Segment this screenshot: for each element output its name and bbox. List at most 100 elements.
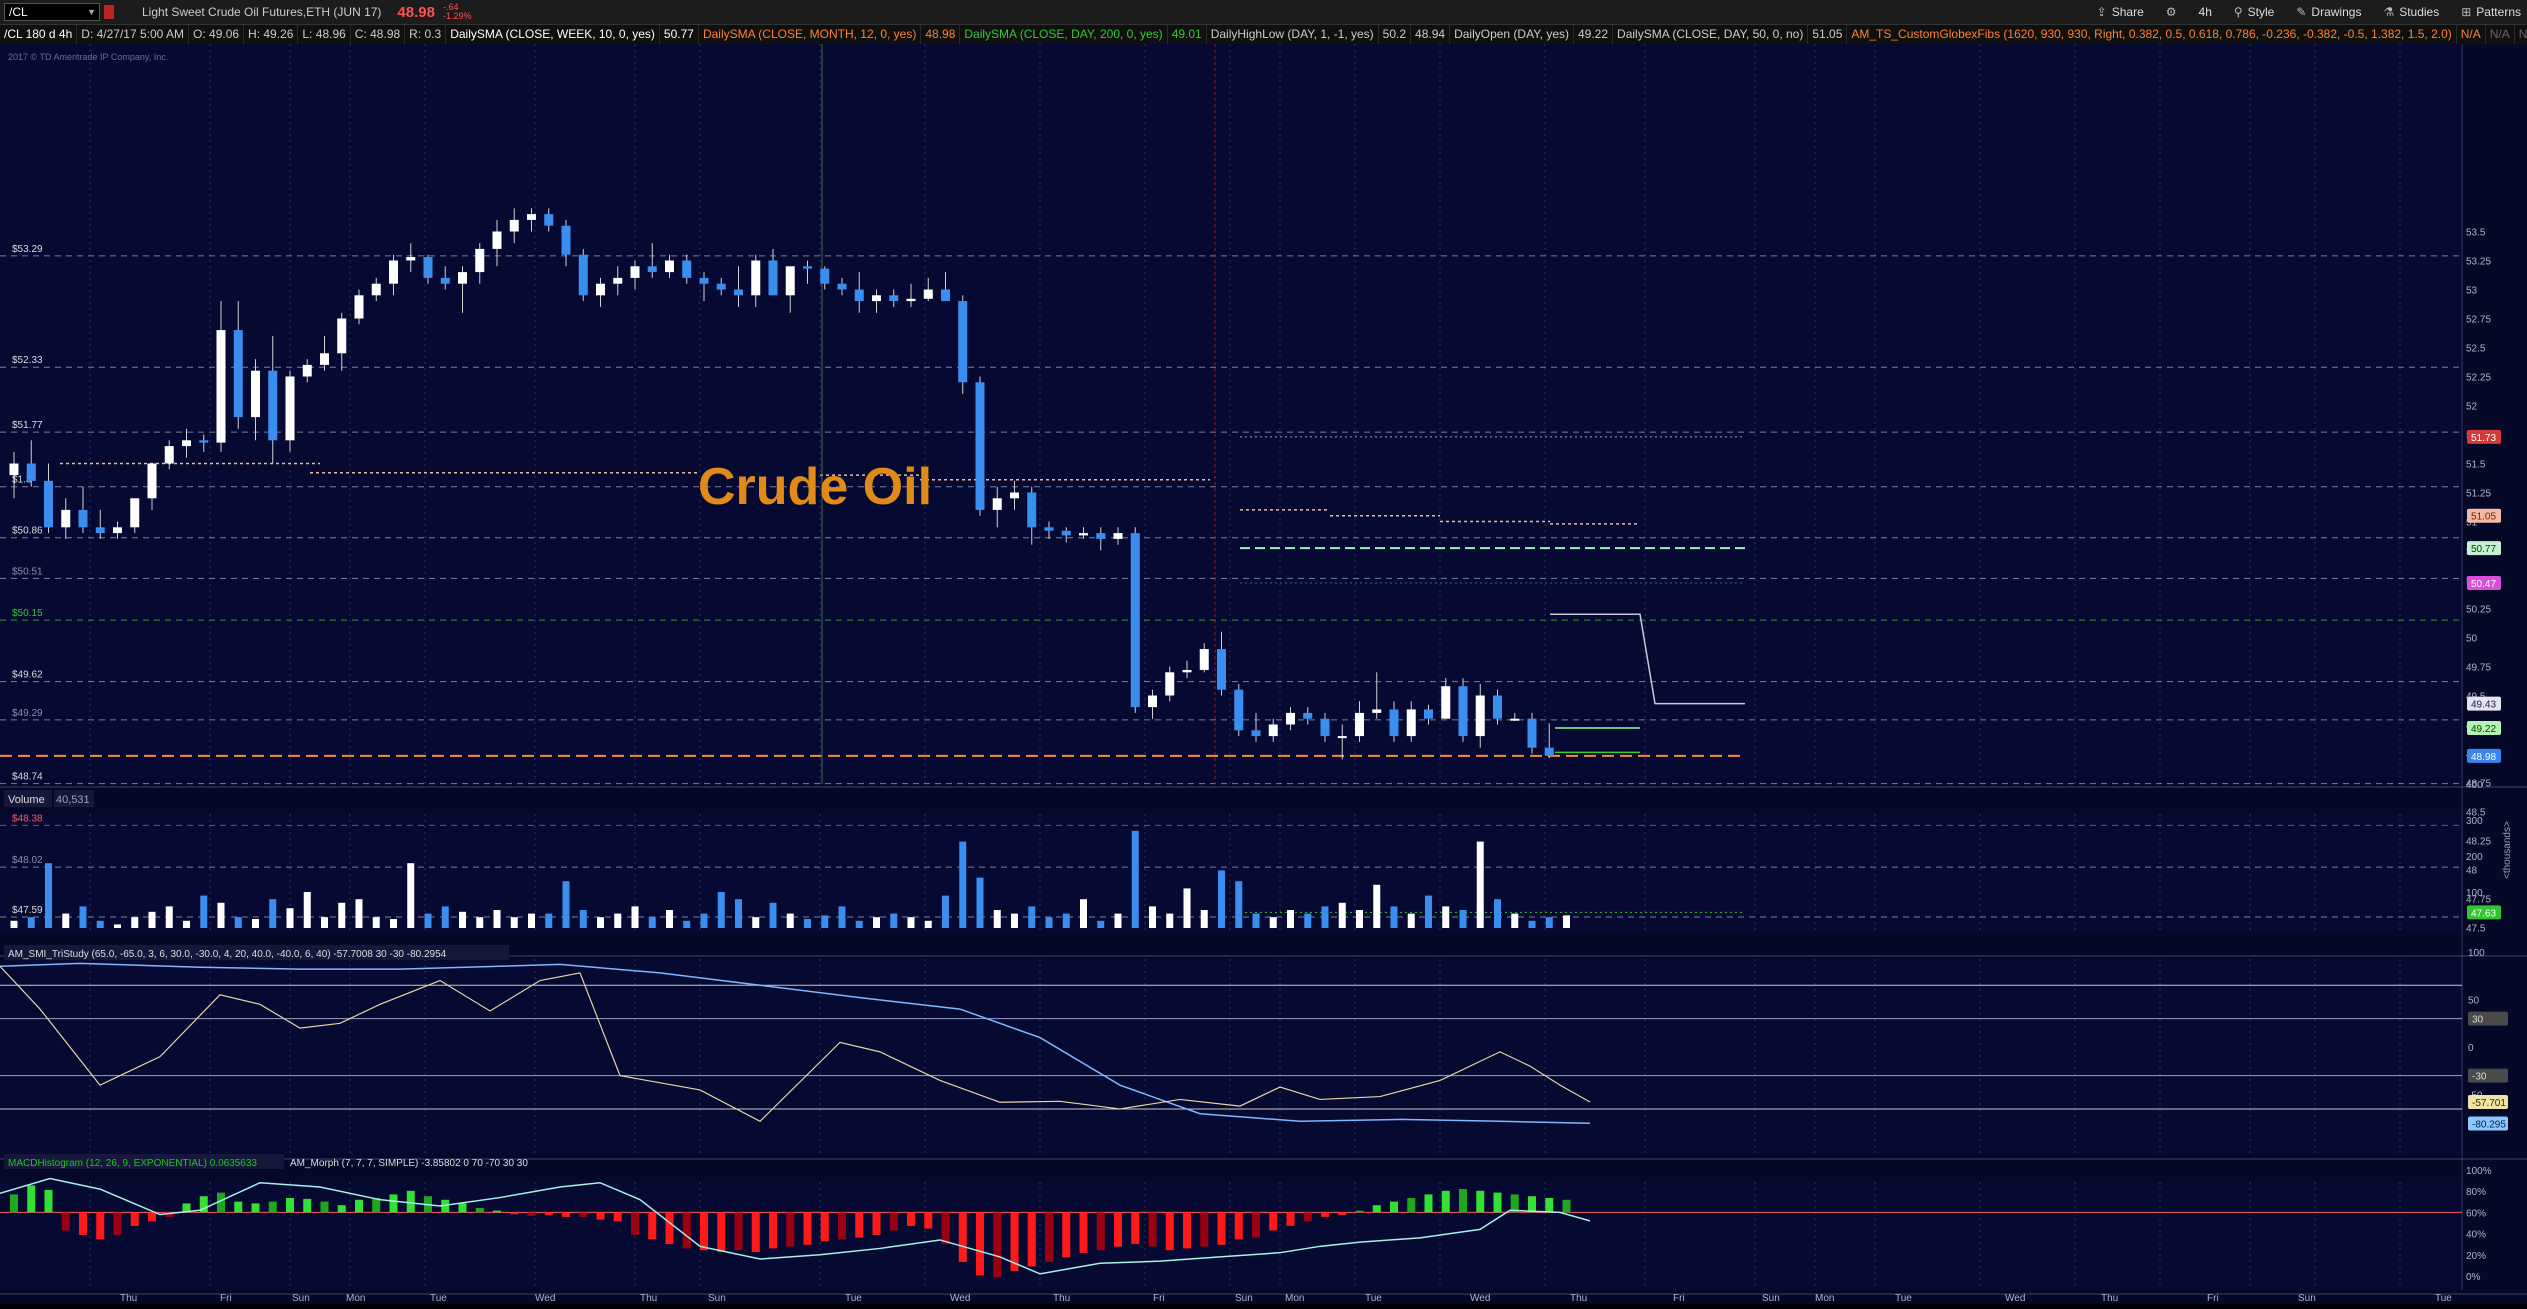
candle-body xyxy=(1475,695,1485,737)
price-axis-tick: 51.25 xyxy=(2466,489,2491,500)
candle-body xyxy=(423,257,433,278)
macd-histogram-bar xyxy=(493,1210,501,1213)
macd-histogram-bar xyxy=(1321,1212,1329,1217)
macd-histogram-bar xyxy=(130,1212,139,1226)
price-badge-text: 49.43 xyxy=(2471,700,2496,711)
drawings-button[interactable]: ✎ Drawings xyxy=(2296,5,2361,19)
x-axis-label: Sun xyxy=(708,1293,726,1304)
smi-axis-tick: 100 xyxy=(2468,948,2485,959)
candle-body xyxy=(1355,712,1364,737)
study-value: /CL 180 d 4h xyxy=(0,25,78,44)
share-button[interactable]: ⇪ Share xyxy=(2097,5,2144,19)
macd-histogram-bar xyxy=(1200,1212,1209,1247)
macd-axis-tick: 20% xyxy=(2466,1251,2486,1262)
candle-body xyxy=(1079,533,1088,536)
x-axis-label: Tue xyxy=(430,1293,447,1304)
chart-svg[interactable]: 53.553.255352.7552.552.255251.7551.551.2… xyxy=(0,44,2527,1304)
price-badge-text: 48.98 xyxy=(2471,752,2496,763)
x-axis-label: Thu xyxy=(640,1293,657,1304)
symbol-flag-icon[interactable] xyxy=(104,5,114,19)
study-value: C: 48.98 xyxy=(351,25,406,44)
macd-histogram-bar xyxy=(1562,1199,1571,1213)
level-label: $49.29 xyxy=(12,708,43,719)
macd-histogram-bar xyxy=(1441,1190,1450,1213)
study-value: DailySMA (CLOSE, MONTH, 12, 0, yes) xyxy=(699,25,922,44)
study-value: O: 49.06 xyxy=(189,25,245,44)
level-label: $49.62 xyxy=(12,670,43,681)
timeframe-button[interactable]: 4h xyxy=(2199,5,2212,19)
candle-body xyxy=(992,498,1002,510)
volume-bar xyxy=(1045,917,1053,928)
price-axis-tick: 53.25 xyxy=(2466,257,2491,268)
candle-body xyxy=(26,463,36,481)
candle-body xyxy=(561,225,571,255)
macd-histogram-bar xyxy=(924,1212,933,1229)
candle-body xyxy=(302,364,312,377)
macd-axis-tick: 100% xyxy=(2466,1166,2492,1177)
macd-histogram-bar xyxy=(1131,1212,1140,1244)
candle-body xyxy=(1527,718,1537,748)
volume-bar xyxy=(614,913,622,928)
smi-panel-background xyxy=(0,959,2462,1155)
style-button[interactable]: ⚲ Style xyxy=(2234,5,2274,19)
drawings-label: Drawings xyxy=(2311,5,2362,19)
volume-value: 40,531 xyxy=(56,794,90,806)
volume-bar xyxy=(96,920,104,928)
macd-histogram-bar xyxy=(1045,1212,1053,1262)
studies-label: Studies xyxy=(2399,5,2440,19)
studies-button[interactable]: ⚗ Studies xyxy=(2383,5,2439,19)
candle-body xyxy=(854,289,864,302)
volume-bar xyxy=(1563,915,1570,928)
candle-body xyxy=(716,283,726,290)
candle-body xyxy=(872,295,881,302)
volume-bar xyxy=(976,877,984,928)
volume-bar xyxy=(942,895,949,928)
volume-bar xyxy=(234,917,242,928)
candle xyxy=(1234,683,1244,737)
candle-body xyxy=(1268,724,1278,737)
candle-body xyxy=(578,254,588,296)
study-value: AM_TS_CustomGlobexFibs (1620, 930, 930, … xyxy=(1847,25,2457,44)
macd-histogram-bar xyxy=(631,1212,639,1235)
macd-histogram-bar xyxy=(1062,1212,1071,1258)
candle-body xyxy=(734,289,743,296)
macd-histogram-bar xyxy=(838,1212,846,1240)
candle-body xyxy=(251,370,260,418)
chart-area[interactable]: 53.553.255352.7552.552.255251.7551.551.2… xyxy=(0,44,2527,1304)
settings-button[interactable]: ⚙ xyxy=(2166,5,2177,19)
macd-axis-tick: 40% xyxy=(2466,1230,2486,1241)
volume-bar xyxy=(769,902,777,928)
macd-histogram-bar xyxy=(717,1212,726,1252)
volume-bar xyxy=(390,919,397,928)
candle xyxy=(1130,527,1140,713)
candle-body xyxy=(1286,712,1295,725)
candle-body xyxy=(1389,709,1399,737)
macd-histogram-bar xyxy=(251,1203,260,1213)
level-label: $51.77 xyxy=(12,420,43,431)
macd-histogram-bar xyxy=(148,1212,156,1222)
last-price: 48.98 xyxy=(397,3,435,21)
patterns-icon: ⊞ xyxy=(2461,5,2472,19)
candle-body xyxy=(1061,530,1071,536)
symbol-input[interactable]: /CL ▼ xyxy=(4,3,100,21)
candle-body xyxy=(1217,649,1226,690)
macd-histogram-bar xyxy=(1286,1212,1295,1226)
candle-body xyxy=(1458,686,1468,737)
macd-histogram-bar xyxy=(458,1203,467,1213)
volume-bar xyxy=(286,908,294,928)
candle-body xyxy=(596,283,605,296)
macd-histogram-bar xyxy=(976,1212,984,1276)
study-value: 48.98 xyxy=(921,25,961,44)
volume-bar xyxy=(666,910,673,928)
volume-bar xyxy=(683,920,691,928)
macd-histogram-bar xyxy=(958,1212,967,1262)
study-value: L: 48.96 xyxy=(298,25,351,44)
patterns-button[interactable]: ⊞ Patterns xyxy=(2461,5,2521,19)
candle-body xyxy=(527,214,536,220)
chevron-down-icon[interactable]: ▼ xyxy=(87,4,96,20)
macd-histogram-bar xyxy=(389,1194,398,1213)
volume-bar xyxy=(459,911,466,928)
level-label: $50.86 xyxy=(12,526,43,537)
price-badge-text: 51.05 xyxy=(2471,512,2496,523)
smi-badge-text: -57.701 xyxy=(2472,1098,2506,1109)
